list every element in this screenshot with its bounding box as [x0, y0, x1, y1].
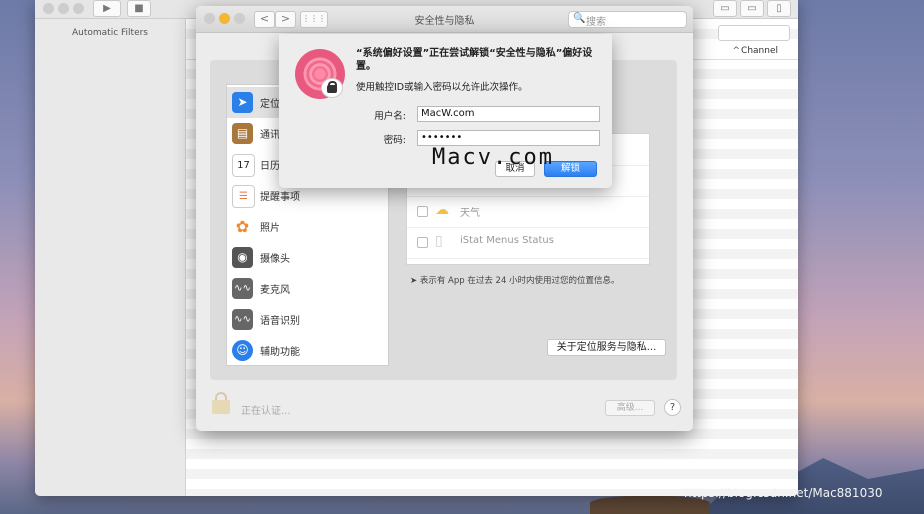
about-location-privacy-button[interactable]: 关于定位服务与隐私... — [547, 339, 666, 356]
right-panel-toggle-icon[interactable]: ▯ — [767, 0, 791, 17]
location-usage-note: ➤ 表示有 App 在过去 24 小时内使用过您的位置信息。 — [410, 274, 620, 286]
camera-icon: ◉ — [232, 247, 253, 268]
accessibility-icon: ☺ — [232, 340, 253, 361]
sidebar-item-accessibility[interactable]: ☺ 辅助功能 — [227, 335, 388, 366]
console-close-button[interactable] — [43, 3, 54, 14]
stop-icon[interactable]: ■ — [127, 0, 151, 17]
console-search-input[interactable] — [718, 25, 790, 41]
sidebar-toggle-icon[interactable]: ▭ — [713, 0, 737, 17]
speech-waveform-icon: ∿∿ — [232, 309, 253, 330]
bottom-panel-toggle-icon[interactable]: ▭ — [740, 0, 764, 17]
auth-subtitle: 使用触控ID或输入密码以允许此次操作。 — [356, 82, 528, 93]
sidebar-item-microphone[interactable]: ∿∿ 麦克风 — [227, 273, 388, 304]
weather-cloud-sun-icon: ☁ — [435, 202, 449, 218]
contacts-book-icon: ▤ — [232, 123, 253, 144]
sidebar-item-label: 语音识别 — [260, 316, 300, 327]
app-checkbox[interactable] — [417, 206, 428, 217]
sidebar-item-photos[interactable]: ✿ 照片 — [227, 211, 388, 242]
app-name: iStat Menus Status — [460, 235, 554, 246]
list-item[interactable]: ▯ iStat Menus Status — [407, 227, 649, 259]
auth-title: “系统偏好设置”正在尝试解锁“安全性与隐私”偏好设置。 — [356, 48, 593, 72]
console-zoom-button[interactable] — [73, 3, 84, 14]
sidebar-item-label: 照片 — [260, 223, 280, 234]
lock-badge-icon — [321, 78, 343, 98]
automatic-filters-label: Automatic Filters — [72, 28, 148, 38]
reminders-icon: ☰ — [232, 185, 255, 208]
search-placeholder: 搜索 — [586, 17, 606, 28]
sidebar-item-label: 日历 — [260, 161, 280, 172]
sidebar-item-label: 提醒事项 — [260, 192, 300, 203]
lock-icon[interactable] — [212, 392, 230, 414]
watermark-text: Macv.com — [432, 145, 554, 170]
sidebar-item-label: 辅助功能 — [260, 347, 300, 358]
console-minimize-button[interactable] — [58, 3, 69, 14]
calendar-icon: 17 — [232, 154, 255, 177]
microphone-waveform-icon: ∿∿ — [232, 278, 253, 299]
app-name: 天气 — [460, 208, 480, 219]
prefs-search-input[interactable]: 🔍 搜索 — [568, 11, 687, 28]
location-arrow-icon: ➤ — [232, 92, 253, 113]
username-field[interactable]: MacW.com — [417, 106, 600, 122]
document-icon: ▯ — [435, 233, 443, 249]
password-label: 密码: — [383, 135, 406, 146]
location-note-text: 表示有 App 在过去 24 小时内使用过您的位置信息。 — [419, 276, 620, 286]
list-item[interactable]: ☁ 天气 — [407, 196, 649, 228]
play-icon[interactable]: ▶ — [93, 0, 121, 17]
console-sidebar: Automatic Filters — [35, 19, 186, 496]
username-label: 用户名: — [374, 111, 406, 122]
photos-flower-icon: ✿ — [232, 216, 253, 237]
location-arrow-small-icon: ➤ — [410, 276, 418, 286]
auth-status-text: 正在认证... — [241, 406, 291, 417]
sidebar-item-label: 麦克风 — [260, 285, 290, 296]
sidebar-item-label: 摄像头 — [260, 254, 290, 265]
csdn-watermark: https://blog.csdn.net/Mac881030 — [684, 486, 883, 500]
help-button[interactable]: ? — [664, 399, 681, 416]
search-icon: 🔍 — [573, 13, 586, 24]
password-field[interactable]: ••••••• — [417, 130, 600, 146]
column-channel[interactable]: Channel — [741, 46, 778, 56]
prefs-titlebar: < > ⋮⋮⋮ 安全性与隐私 🔍 搜索 — [196, 6, 693, 33]
app-checkbox[interactable] — [417, 237, 428, 248]
sidebar-item-speech[interactable]: ∿∿ 语音识别 — [227, 304, 388, 335]
advanced-button[interactable]: 高级... — [605, 400, 655, 416]
sort-indicator-icon[interactable]: ^ — [732, 46, 740, 56]
sidebar-item-camera[interactable]: ◉ 摄像头 — [227, 242, 388, 273]
